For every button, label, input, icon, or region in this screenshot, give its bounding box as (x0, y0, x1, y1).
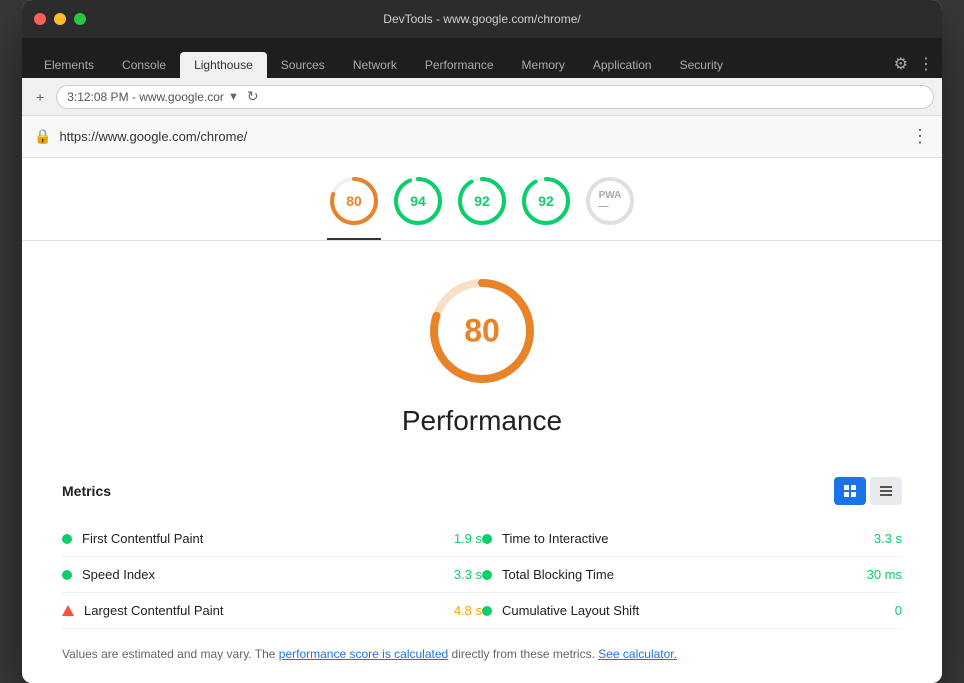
main-content: 80 Performance Metrics (22, 241, 942, 683)
footer-text-middle: directly from these metrics. (448, 647, 598, 661)
cls-label: Cumulative Layout Shift (502, 603, 885, 618)
si-indicator (62, 570, 72, 580)
score-tab-seo[interactable]: 92 (519, 174, 573, 240)
security-lock-icon: 🔒 (34, 128, 51, 145)
url-text[interactable]: https://www.google.com/chrome/ (59, 129, 903, 144)
tti-indicator (482, 534, 492, 544)
tab-elements[interactable]: Elements (30, 52, 108, 78)
grid-view-button[interactable] (834, 477, 866, 505)
footer-link-calculator[interactable]: See calculator. (598, 647, 677, 661)
lcp-value: 4.8 s (454, 603, 482, 618)
tab-bar: Elements Console Lighthouse Sources Netw… (22, 38, 942, 78)
tab-performance[interactable]: Performance (411, 52, 508, 78)
score-tab-best-practices[interactable]: 92 (455, 174, 509, 240)
maximize-button[interactable] (74, 13, 86, 25)
metrics-grid: First Contentful Paint 1.9 s Speed Index… (62, 521, 902, 629)
score-circle-92a: 92 (455, 174, 509, 228)
list-view-button[interactable] (870, 477, 902, 505)
grid-icon (843, 484, 857, 498)
si-label: Speed Index (82, 567, 444, 582)
address-bar[interactable]: 3:12:08 PM - www.google.cor ▼ ↻ (56, 85, 934, 109)
score-value-pwa: PWA— (599, 190, 622, 212)
tbt-value: 30 ms (867, 567, 902, 582)
fcp-indicator (62, 534, 72, 544)
settings-icon[interactable]: ⚙ (894, 54, 908, 74)
lcp-indicator (62, 605, 74, 616)
metric-row-si: Speed Index 3.3 s (62, 557, 482, 593)
cls-value: 0 (895, 603, 902, 618)
score-value-92a: 92 (474, 193, 490, 209)
footer-link-score[interactable]: performance score is calculated (279, 647, 448, 661)
score-value-94: 94 (410, 193, 426, 209)
score-circle-pwa: PWA— (583, 174, 637, 228)
big-score-value: 80 (464, 313, 500, 350)
metrics-header: Metrics (62, 477, 902, 505)
tab-lighthouse[interactable]: Lighthouse (180, 52, 267, 78)
reload-icon[interactable]: ↻ (247, 88, 259, 105)
tab-console[interactable]: Console (108, 52, 180, 78)
tab-bar-actions: ⚙ ⋮ (894, 54, 934, 78)
traffic-lights (34, 13, 86, 25)
tab-application[interactable]: Application (579, 52, 666, 78)
score-circle-80: 80 (327, 174, 381, 228)
title-bar: DevTools - www.google.com/chrome/ (22, 0, 942, 38)
tti-value: 3.3 s (874, 531, 902, 546)
tab-memory[interactable]: Memory (508, 52, 579, 78)
big-score-container: 80 Performance (62, 271, 902, 457)
tti-label: Time to Interactive (502, 531, 864, 546)
dropdown-icon[interactable]: ▼ (228, 91, 239, 103)
tab-network[interactable]: Network (339, 52, 411, 78)
new-tab-button[interactable]: + (30, 85, 50, 109)
score-value-80: 80 (346, 193, 362, 209)
fcp-value: 1.9 s (454, 531, 482, 546)
metrics-label: Metrics (62, 483, 111, 499)
more-icon[interactable]: ⋮ (918, 54, 934, 74)
devtools-window: DevTools - www.google.com/chrome/ Elemen… (22, 0, 942, 683)
big-score-circle: 80 (422, 271, 542, 391)
section-title: Performance (402, 405, 562, 437)
metric-row-tbt: Total Blocking Time 30 ms (482, 557, 902, 593)
si-value: 3.3 s (454, 567, 482, 582)
cls-indicator (482, 606, 492, 616)
metric-row-tti: Time to Interactive 3.3 s (482, 521, 902, 557)
tab-security[interactable]: Security (666, 52, 737, 78)
list-icon (879, 484, 893, 498)
score-tabs-row: 80 94 92 (22, 158, 942, 241)
lcp-label: Largest Contentful Paint (84, 603, 444, 618)
metric-row-lcp: Largest Contentful Paint 4.8 s (62, 593, 482, 629)
close-button[interactable] (34, 13, 46, 25)
score-tab-accessibility[interactable]: 94 (391, 174, 445, 240)
footer-note: Values are estimated and may vary. The p… (62, 645, 902, 663)
toolbar: + 3:12:08 PM - www.google.cor ▼ ↻ (22, 78, 942, 116)
score-tab-pwa[interactable]: PWA— (583, 174, 637, 240)
score-circle-94: 94 (391, 174, 445, 228)
score-value-92b: 92 (538, 193, 554, 209)
url-more-icon[interactable]: ⋮ (911, 126, 930, 147)
tbt-label: Total Blocking Time (502, 567, 857, 582)
url-bar: 🔒 https://www.google.com/chrome/ ⋮ (22, 116, 942, 158)
metric-row-cls: Cumulative Layout Shift 0 (482, 593, 902, 629)
score-circle-92b: 92 (519, 174, 573, 228)
address-text: 3:12:08 PM - www.google.cor (67, 90, 224, 104)
metric-row-fcp: First Contentful Paint 1.9 s (62, 521, 482, 557)
tab-sources[interactable]: Sources (267, 52, 339, 78)
fcp-label: First Contentful Paint (82, 531, 444, 546)
window-title: DevTools - www.google.com/chrome/ (383, 12, 580, 26)
view-toggle (834, 477, 902, 505)
metrics-right-col: Time to Interactive 3.3 s Total Blocking… (482, 521, 902, 629)
footer-text-before: Values are estimated and may vary. The (62, 647, 279, 661)
score-tab-performance[interactable]: 80 (327, 174, 381, 240)
tbt-indicator (482, 570, 492, 580)
minimize-button[interactable] (54, 13, 66, 25)
metrics-left-col: First Contentful Paint 1.9 s Speed Index… (62, 521, 482, 629)
